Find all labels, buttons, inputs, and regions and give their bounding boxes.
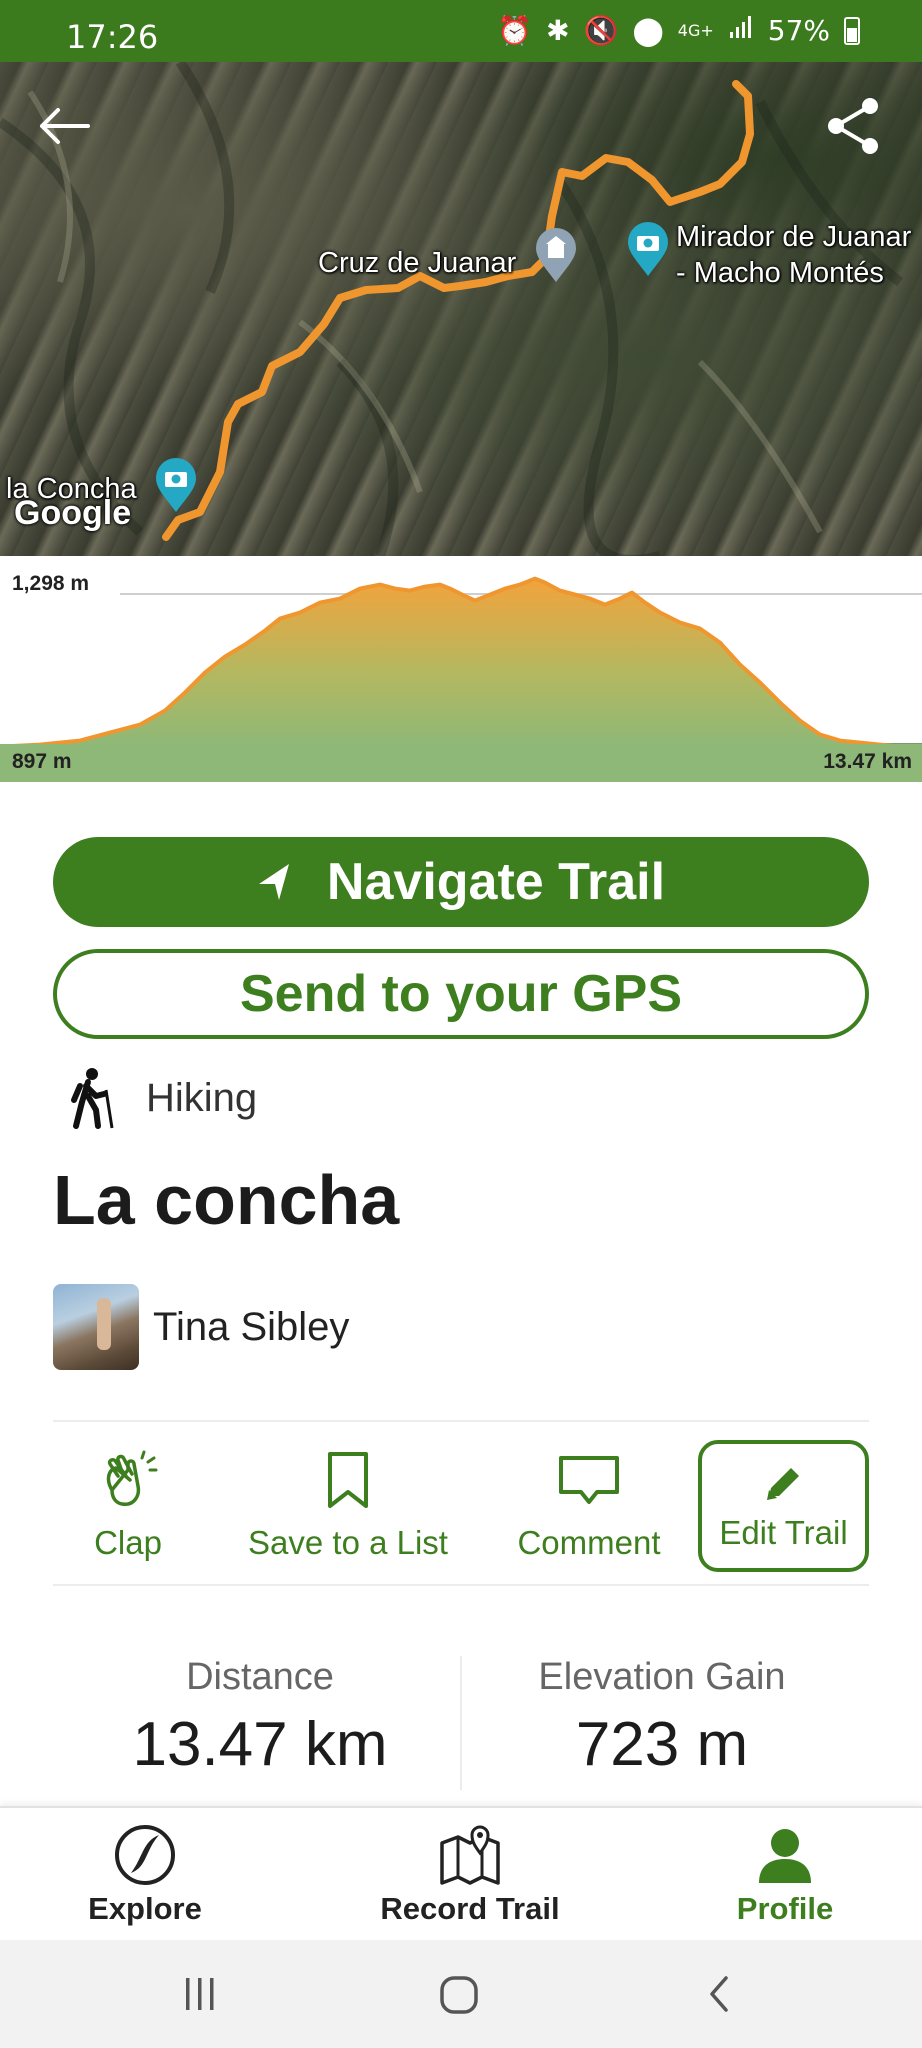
map-label-mirador-1: Mirador de Juanar [676, 221, 912, 253]
nav-profile[interactable]: Profile [690, 1808, 880, 1942]
trail-map[interactable]: Cruz de Juanar Mirador de Juanar - Macho… [0, 62, 922, 556]
profile-icon [759, 1829, 811, 1883]
nav-record-label: Record Trail [380, 1891, 560, 1926]
comment-label: Comment [517, 1524, 661, 1561]
map-pin-icon [440, 1825, 500, 1885]
elevation-gain-label: Elevation Gain [538, 1656, 786, 1698]
bottom-navigation: Explore Record Trail Profile [0, 1806, 922, 1940]
author-name[interactable]: Tina Sibley [153, 1305, 349, 1350]
divider [53, 1584, 869, 1586]
landmark-pin-icon[interactable] [534, 228, 578, 284]
elevation-max-label: 1,298 m [12, 572, 90, 595]
nav-profile-label: Profile [736, 1891, 834, 1926]
bookmark-icon [328, 1452, 368, 1508]
divider [53, 1420, 869, 1422]
alarm-icon: ⏰ [497, 14, 533, 47]
share-icon[interactable] [826, 96, 880, 156]
elevation-profile[interactable]: 1,298 m 897 m 13.47 km [0, 556, 922, 782]
camera-pin-icon[interactable] [154, 458, 198, 514]
google-logo: Google [14, 494, 132, 532]
camera-pin-icon[interactable] [626, 222, 670, 278]
pencil-icon [766, 1468, 799, 1500]
nav-record-trail[interactable]: Record Trail [360, 1808, 580, 1942]
save-to-list-button[interactable]: Save to a List [241, 1440, 455, 1572]
comment-icon [559, 1456, 619, 1504]
bluetooth-icon: ✱ [546, 14, 570, 47]
location-icon: ⬤ [632, 14, 664, 47]
distance-label: Distance [186, 1656, 334, 1698]
navigate-trail-label: Navigate Trail [326, 853, 666, 911]
network-type: 4G+ [677, 21, 714, 40]
navigation-arrow-icon [258, 864, 289, 900]
distance-value: 13.47 km [132, 1710, 388, 1779]
battery-icon [844, 16, 860, 45]
activity-type: Hiking [66, 1066, 257, 1130]
map-label-cruz: Cruz de Juanar [318, 247, 517, 279]
trail-title: La concha [53, 1161, 400, 1239]
clap-icon [106, 1450, 158, 1506]
navigate-trail-button[interactable]: Navigate Trail [53, 837, 869, 927]
comment-button[interactable]: Comment [499, 1440, 679, 1572]
nav-explore-label: Explore [88, 1891, 202, 1926]
send-to-gps-label: Send to your GPS [239, 965, 683, 1023]
trail-actions: Clap Save to a List Comment Edit Trail [53, 1440, 869, 1572]
author[interactable]: Tina Sibley [53, 1284, 349, 1370]
clap-label: Clap [94, 1524, 162, 1561]
edit-trail-button[interactable]: Edit Trail [698, 1440, 869, 1572]
elevation-min-label: 897 m [12, 750, 72, 773]
hiking-icon [71, 1068, 114, 1129]
battery-percent: 57% [767, 14, 830, 47]
activity-label: Hiking [146, 1075, 258, 1120]
recent-apps-icon[interactable] [180, 1974, 220, 2014]
status-icons: ⏰ ✱ 🔇 ⬤ 4G+ 57% [497, 14, 860, 47]
nav-explore[interactable]: Explore [40, 1808, 250, 1942]
clap-button[interactable]: Clap [53, 1440, 203, 1572]
home-icon[interactable] [438, 1974, 482, 2018]
status-bar: 17:26 ⏰ ✱ 🔇 ⬤ 4G+ 57% [0, 0, 922, 62]
save-to-list-label: Save to a List [248, 1524, 448, 1561]
map-label-mirador-2: - Macho Montés [676, 257, 884, 289]
send-to-gps-button[interactable]: Send to your GPS [53, 949, 869, 1039]
explore-icon [115, 1825, 175, 1885]
avatar[interactable] [53, 1284, 139, 1370]
signal-icon [728, 14, 754, 47]
elevation-distance-label: 13.47 km [823, 750, 912, 773]
distance-stat: Distance 13.47 km [60, 1656, 460, 1780]
elevation-chart [0, 576, 922, 782]
route-line [0, 62, 904, 556]
back-arrow-icon[interactable] [36, 106, 92, 146]
elevation-base [0, 744, 922, 782]
mute-icon: 🔇 [583, 14, 619, 47]
system-navigation-bar [0, 1940, 922, 2048]
edit-trail-label: Edit Trail [719, 1514, 848, 1551]
elevation-gain-stat: Elevation Gain 723 m [462, 1656, 862, 1780]
elevation-gain-value: 723 m [575, 1710, 749, 1779]
back-icon[interactable] [700, 1974, 740, 2014]
stats-divider [460, 1656, 462, 1790]
status-time: 17:26 [66, 18, 159, 56]
